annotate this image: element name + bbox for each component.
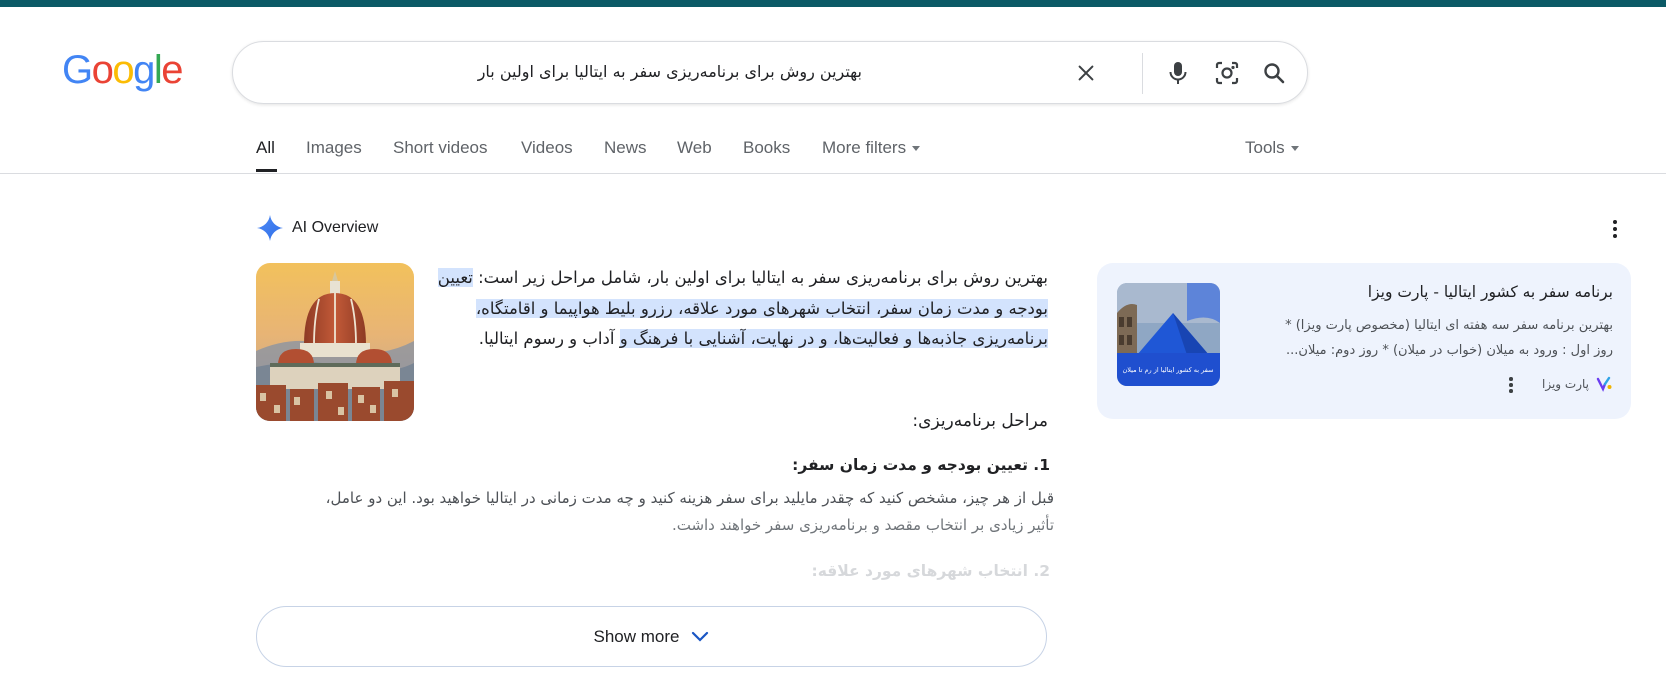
tab-videos[interactable]: Videos: [521, 138, 573, 158]
source-title[interactable]: برنامه سفر به کشور ایتالیا - پارت ویزا: [1243, 283, 1613, 301]
step-2-title: 2. انتخاب شهرهای مورد علاقه:: [811, 562, 1050, 580]
tab-short-videos[interactable]: Short videos: [393, 138, 488, 158]
tab-news[interactable]: News: [604, 138, 647, 158]
snippet-line-2: روز اول : ورود به میلان (خواب در میلان) …: [1286, 343, 1613, 358]
part-visa-favicon-icon: [1595, 375, 1613, 393]
camera-lens-icon[interactable]: [1213, 59, 1241, 87]
tab-more-filters[interactable]: More filters: [822, 138, 921, 158]
ai-overview-summary: بهترین روش برای برنامه‌ریزی سفر به ایتال…: [430, 263, 1048, 355]
active-tab-indicator: [256, 169, 277, 172]
logo-letter-o1: o: [91, 48, 114, 92]
step-1-line-2: تأثیر زیادی بر انتخاب مقصد و برنامه‌ریزی…: [671, 516, 1054, 534]
google-logo[interactable]: Google: [62, 48, 183, 92]
logo-letter-l: l: [153, 48, 163, 92]
search-box[interactable]: بهترین روش برای برنامه‌ریزی سفر به ایتال…: [232, 41, 1308, 104]
tab-web[interactable]: Web: [677, 138, 712, 158]
step-1-line-1: قبل از هر چیز، مشخص کنید که چقدر مایلید …: [325, 489, 1054, 507]
logo-letter-g2: g: [133, 48, 155, 92]
source-snippet: بهترین برنامه سفر سه هفته ای ایتالیا (مخ…: [1233, 313, 1613, 363]
thumbnail-caption: سفر به کشور ایتالیا از رم تا میلان: [1123, 366, 1214, 374]
header-divider: [0, 173, 1666, 174]
source-attribution[interactable]: پارت ویزا: [1542, 375, 1613, 393]
logo-letter-o2: o: [112, 48, 134, 92]
gemini-sparkle-icon: [257, 215, 283, 241]
florence-cathedral-image[interactable]: [256, 263, 414, 421]
tab-all[interactable]: All: [256, 138, 275, 158]
tools-button[interactable]: Tools: [1245, 138, 1299, 158]
ai-overview-label: AI Overview: [292, 219, 379, 236]
logo-letter-g: G: [62, 48, 93, 92]
more-options-icon[interactable]: [1612, 220, 1618, 240]
ai-overview-header: AI Overview: [256, 214, 378, 242]
snippet-line-1: بهترین برنامه سفر سه هفته ای ایتالیا (مخ…: [1285, 318, 1613, 333]
show-more-button[interactable]: Show more: [256, 606, 1047, 667]
steps-heading: مراحل برنامه‌ریزی:: [912, 411, 1048, 431]
summary-intro: بهترین روش برای برنامه‌ریزی سفر به ایتال…: [472, 268, 1048, 287]
summary-tail: آداب و رسوم ایتالیا.: [478, 329, 620, 348]
tab-books[interactable]: Books: [743, 138, 790, 158]
source-more-options-icon[interactable]: [1508, 377, 1514, 395]
source-name: پارت ویزا: [1542, 377, 1589, 391]
show-more-label: Show more: [593, 626, 680, 646]
tools-label: Tools: [1245, 138, 1285, 157]
clear-icon[interactable]: [1072, 59, 1100, 87]
step-1-title: 1. تعیین بودجه و مدت زمان سفر:: [792, 456, 1050, 474]
search-icon[interactable]: [1260, 59, 1288, 87]
chevron-down-icon: [692, 631, 709, 642]
more-filters-label: More filters: [822, 138, 907, 157]
browser-top-strip: [0, 0, 1666, 7]
tab-images[interactable]: Images: [306, 138, 362, 158]
microphone-icon[interactable]: [1164, 59, 1192, 87]
chevron-down-icon: [912, 146, 921, 152]
logo-letter-e: e: [161, 48, 183, 92]
source-thumbnail[interactable]: سفر به کشور ایتالیا از رم تا میلان: [1117, 283, 1220, 386]
search-divider: [1142, 53, 1143, 94]
source-card[interactable]: سفر به کشور ایتالیا از رم تا میلان برنام…: [1097, 263, 1631, 419]
step-1-body: قبل از هر چیز، مشخص کنید که چقدر مایلید …: [266, 485, 1054, 539]
search-input[interactable]: بهترین روش برای برنامه‌ریزی سفر به ایتال…: [478, 62, 862, 81]
chevron-down-icon: [1290, 146, 1299, 152]
